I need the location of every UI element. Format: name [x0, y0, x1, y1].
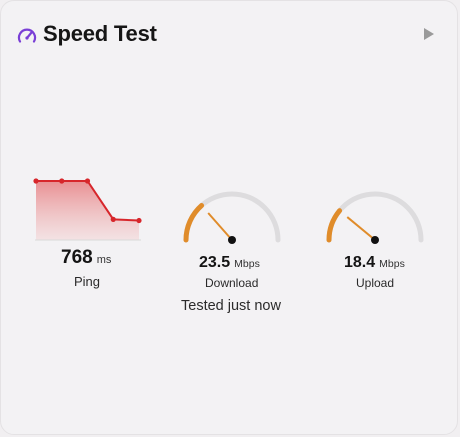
ping-point: [136, 217, 142, 224]
play-icon[interactable]: [421, 27, 435, 41]
speed-test-widget: Speed Test 768 ms Ping 23.5 Mbps Download …: [0, 0, 458, 435]
upload-value: 18.4 Mbps: [344, 254, 405, 271]
download-gauge-needle: [207, 212, 233, 241]
download-unit: Mbps: [234, 258, 260, 270]
upload-label: Upload: [356, 276, 395, 290]
upload-gauge-needle: [346, 216, 376, 241]
download-label: Download: [205, 276, 259, 290]
upload-gauge-hub: [371, 236, 379, 244]
upload-gauge: [326, 191, 424, 244]
widget-title: Speed Test: [43, 21, 157, 46]
upload-gauge-track: [326, 191, 424, 243]
ping-point: [110, 216, 116, 222]
ping-history-chart: [33, 178, 142, 241]
download-value: 23.5 Mbps: [199, 254, 260, 271]
ping-value: 768 ms: [61, 247, 112, 268]
ping-point: [84, 178, 91, 184]
download-gauge: [183, 191, 281, 244]
ping-point: [33, 178, 39, 184]
download-gauge-fill: [183, 202, 205, 243]
ping-area-fill: [36, 181, 139, 240]
ping-point: [59, 178, 65, 184]
download-gauge-hub: [228, 236, 236, 244]
upload-gauge-fill: [326, 208, 343, 243]
upload-unit: Mbps: [379, 258, 405, 270]
test-status: Tested just now: [181, 298, 281, 314]
speedometer-icon: [17, 28, 37, 43]
ping-label: Ping: [74, 274, 101, 289]
ping-unit: ms: [96, 254, 112, 266]
download-gauge-track: [183, 191, 281, 243]
